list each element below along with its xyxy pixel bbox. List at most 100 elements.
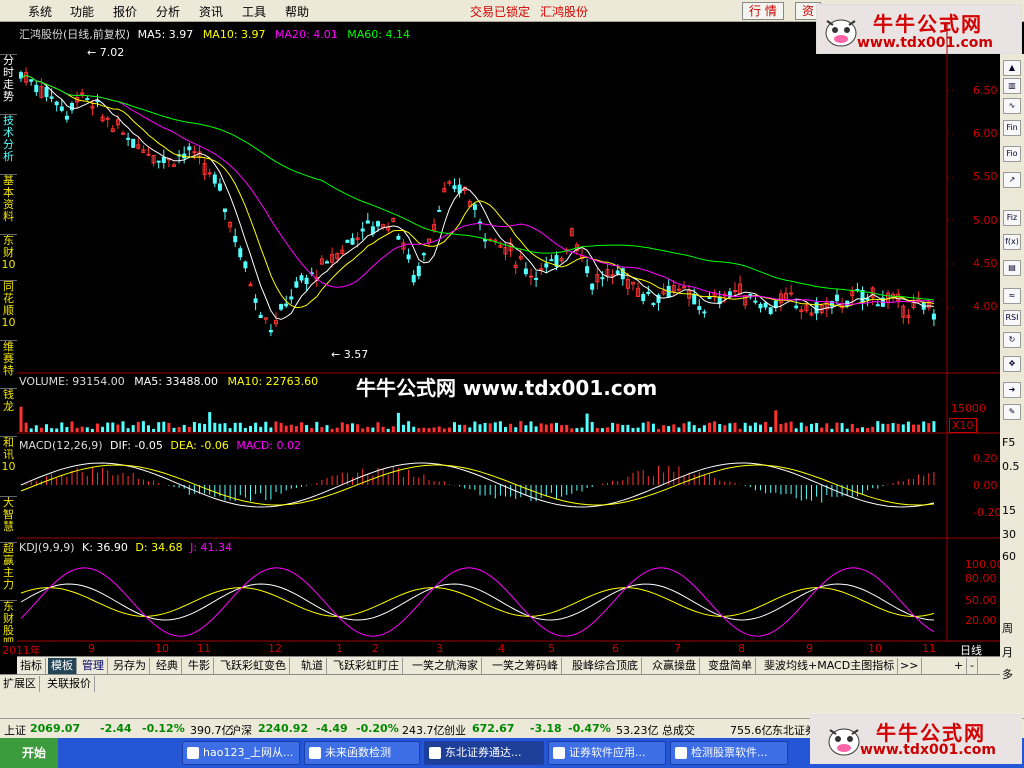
candle-body — [835, 294, 839, 302]
tab-weisaite[interactable]: 维 赛 特 — [0, 340, 17, 386]
tab-navigator[interactable]: 一笑之航海家 — [409, 658, 482, 674]
candle-body — [345, 239, 350, 243]
period-30[interactable]: 30 — [1002, 528, 1016, 541]
fiz-button[interactable]: Fiz — [1003, 210, 1021, 226]
candle-body — [105, 117, 110, 120]
macd-axis-tick: 0.20 — [973, 452, 998, 465]
period-60[interactable]: 60 — [1002, 550, 1016, 563]
candle-body — [554, 255, 559, 267]
taskbar-item[interactable]: hao123_上网从... — [182, 741, 300, 765]
menu-system[interactable]: 系统 — [28, 3, 52, 20]
candle-body — [814, 302, 819, 314]
arrow-right-icon[interactable]: ➜ — [1003, 382, 1021, 398]
menu-function[interactable]: 功能 — [70, 3, 94, 20]
candle-body — [585, 266, 590, 274]
period-f5[interactable]: F5 — [1002, 436, 1015, 449]
fio-button[interactable]: Fio — [1003, 146, 1021, 162]
menu-analysis[interactable]: 分析 — [156, 3, 180, 20]
tab-niuying[interactable]: 牛影 — [185, 658, 214, 674]
tab-chip-peak[interactable]: 一笑之筹码峰 — [489, 658, 562, 674]
tabs-more-button[interactable]: >> — [897, 658, 923, 674]
tab-template[interactable]: 模板 — [48, 658, 77, 674]
candle-body — [411, 274, 416, 283]
tab-add-button[interactable]: + — [951, 658, 968, 674]
trade-lock-status[interactable]: 交易已锁定 — [470, 3, 530, 20]
candle-body — [697, 306, 702, 311]
candle-body — [299, 275, 304, 281]
volume-bar — [284, 425, 288, 432]
tab-fundamentals[interactable]: 基 本 资 料 — [0, 174, 17, 232]
menu-help[interactable]: 帮助 — [285, 3, 309, 20]
pen-icon[interactable]: ✎ — [1003, 404, 1021, 420]
tab-rainbow[interactable]: 飞跃彩虹变色 — [217, 658, 290, 674]
start-button[interactable]: 开始 — [0, 738, 58, 768]
chart-icon[interactable]: ▤ — [1003, 260, 1021, 276]
date-month: 5 — [548, 642, 555, 655]
fin-button[interactable]: Fin — [1003, 120, 1021, 136]
chart-area[interactable]: 汇鸿股份(日线,前复权) MA5: 3.97 MA10: 3.97 MA20: … — [17, 22, 1004, 642]
taskbar-item-active[interactable]: 东北证券通达... — [424, 741, 544, 765]
right-tool-bar: ▲ ▥ ∿ Fin Fio ↗ Fiz f(x) ▤ ≈ RSI ↻ ✥ ➜ ✎… — [1000, 54, 1024, 694]
tab-extension[interactable]: 扩展区 — [0, 676, 40, 692]
taskbar-item[interactable]: 检测股票软件... — [670, 741, 788, 765]
volume-bar — [876, 421, 880, 432]
tab-eastmoney[interactable]: 东 财 10 — [0, 234, 17, 278]
quote-button[interactable]: 行 情 — [742, 2, 784, 20]
kdj-axis-tick: 80.00 — [965, 572, 997, 585]
fx-button[interactable]: f(x) — [1003, 234, 1021, 250]
toolbar-icon[interactable]: ▲ — [1003, 60, 1021, 76]
tab-dazhihui[interactable]: 大 智 慧 — [0, 496, 17, 540]
macd-axis-tick: -0.20 — [973, 506, 1002, 519]
menu-news[interactable]: 资讯 — [199, 3, 223, 20]
period-month[interactable]: 月 — [1002, 644, 1013, 660]
candle-body — [406, 254, 411, 260]
menu-quote[interactable]: 报价 — [113, 3, 137, 20]
tab-turn-simple[interactable]: 变盘简单 — [705, 658, 756, 674]
wave-icon[interactable]: ≈ — [1003, 288, 1021, 304]
trend-icon[interactable]: ↗ — [1003, 172, 1021, 188]
move-icon[interactable]: ✥ — [1003, 356, 1021, 372]
volume-bar — [427, 428, 431, 432]
sync-icon[interactable]: ↻ — [1003, 332, 1021, 348]
macd-dif-line — [20, 462, 935, 508]
period-week[interactable]: 周 — [1002, 620, 1013, 636]
app-icon — [429, 747, 441, 759]
kdj-j: J: 41.34 — [190, 541, 233, 554]
volume-bar — [24, 422, 28, 432]
browser-icon — [187, 747, 199, 759]
period-15[interactable]: 15 — [1002, 504, 1016, 517]
tab-remove-button[interactable]: - — [967, 658, 978, 674]
tab-zhongying[interactable]: 众赢操盘 — [649, 658, 700, 674]
tab-save-as[interactable]: 另存为 — [110, 658, 150, 674]
tab-technical[interactable]: 技 术 分 析 — [0, 114, 17, 172]
tab-chaoying[interactable]: 超 赢 主 力 — [0, 542, 17, 598]
tab-peak-bottom[interactable]: 股峰综合顶底 — [569, 658, 642, 674]
tab-rainbow-banker[interactable]: 飞跃彩虹盯庄 — [330, 658, 403, 674]
period-multi[interactable]: 多 — [1002, 666, 1013, 682]
ticker-cy-value: 672.67 — [472, 722, 515, 735]
tab-hexun[interactable]: 和 讯 10 — [0, 436, 17, 494]
tab-track[interactable]: 轨道 — [298, 658, 327, 674]
tab-fibonacci-macd[interactable]: 斐波均线+MACD主图指标 — [761, 658, 899, 674]
volume-bar — [101, 426, 105, 432]
ma-line — [20, 74, 934, 305]
kdj-line — [20, 567, 935, 637]
tab-indicator[interactable]: 指标 — [17, 658, 46, 674]
candle-icon[interactable]: ▥ — [1003, 78, 1021, 94]
volume-bar — [453, 422, 456, 432]
tab-qianlong[interactable]: 钱 龙 — [0, 388, 17, 434]
tab-manage[interactable]: 管理 — [79, 658, 108, 674]
tab-related-quotes[interactable]: 关联报价 — [44, 676, 95, 692]
folder-icon — [309, 747, 321, 759]
tab-tonghuashun[interactable]: 同 花 顺 10 — [0, 280, 17, 338]
taskbar-item[interactable]: 未来函数检测 — [304, 741, 420, 765]
volume-bar — [728, 423, 732, 432]
line-icon[interactable]: ∿ — [1003, 98, 1021, 114]
period-half[interactable]: 0.5 — [1002, 460, 1020, 473]
menu-tools[interactable]: 工具 — [242, 3, 266, 20]
ticker-cy-change: -3.18 — [530, 722, 562, 735]
tab-intraday[interactable]: 分 时 走 势 — [0, 54, 17, 112]
taskbar-item[interactable]: 证券软件应用... — [548, 741, 666, 765]
rsi-button[interactable]: RSI — [1003, 310, 1021, 326]
tab-classic[interactable]: 经典 — [153, 658, 182, 674]
